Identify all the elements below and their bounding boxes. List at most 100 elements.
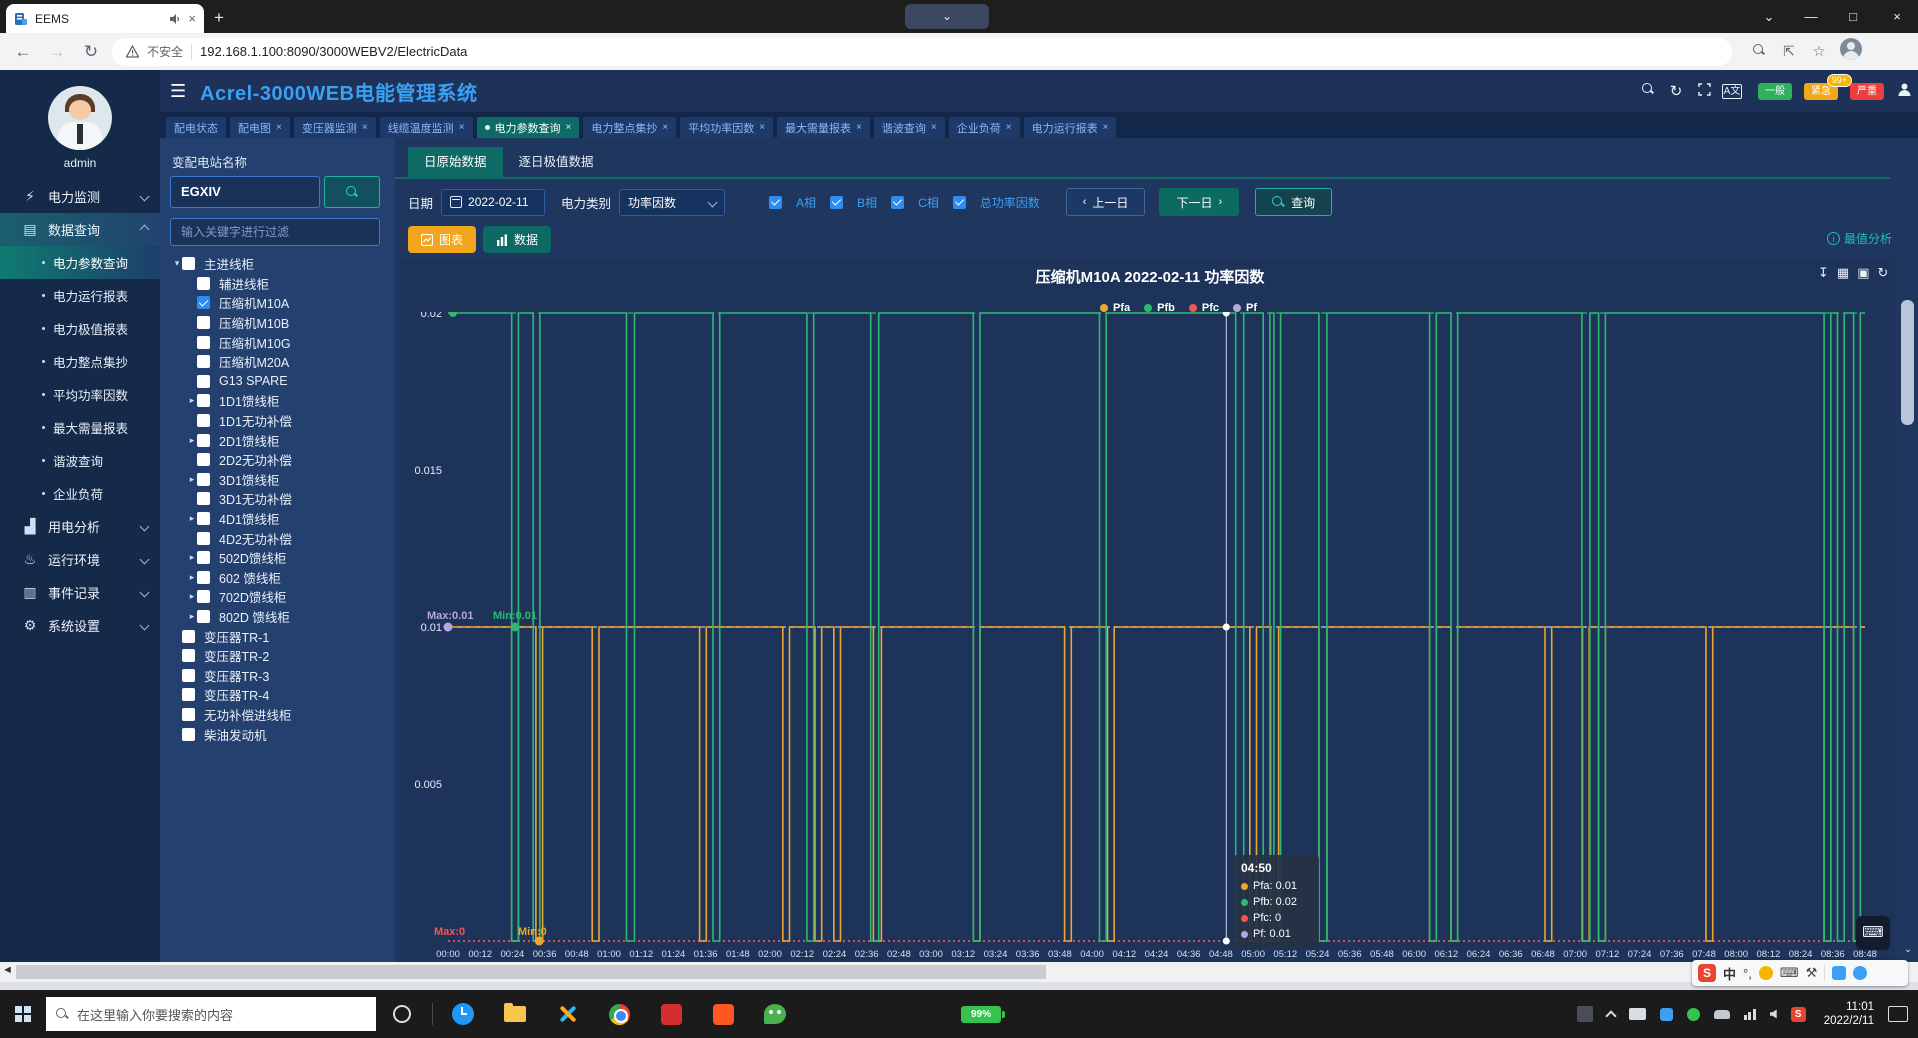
sogou-tray-icon[interactable]: S (1791, 1007, 1806, 1022)
max-analysis-link[interactable]: i 最值分析 (1827, 230, 1892, 247)
omnibox[interactable]: 不安全 192.168.1.100:8090/3000WEBV2/Electri… (112, 38, 1732, 66)
tree-item-2D2无功补偿[interactable]: 2D2无功补偿 (160, 450, 395, 470)
tree-checkbox[interactable] (197, 492, 210, 505)
tree-item-602 馈线柜[interactable]: ▸602 馈线柜 (160, 568, 395, 588)
green-app-tray-icon[interactable] (1687, 1008, 1700, 1021)
tab-search-icon[interactable]: ⌄ (1748, 0, 1790, 33)
tree-arrow-icon[interactable]: ▸ (187, 513, 197, 524)
horizontal-scrollbar-thumb[interactable] (16, 965, 1046, 979)
file-explorer-icon[interactable] (489, 990, 541, 1038)
wechat-icon[interactable] (749, 990, 801, 1038)
tree-item-辅进线柜[interactable]: 辅进线柜 (160, 274, 395, 294)
tab-close-icon[interactable]: × (362, 122, 368, 133)
tab-close-icon[interactable]: × (662, 122, 668, 133)
phase-checkbox-总功率因数[interactable]: 总功率因数 (953, 194, 1040, 211)
tree-checkbox[interactable] (182, 708, 195, 721)
tree-checkbox[interactable] (197, 375, 210, 388)
sidebar-item-用电分析[interactable]: ▟用电分析 (0, 510, 160, 543)
sidebar-subitem-平均功率因数[interactable]: 平均功率因数 (0, 378, 160, 411)
tree-item-1D1馈线柜[interactable]: ▸1D1馈线柜 (160, 391, 395, 411)
phase-checkbox-C相[interactable]: C相 (891, 194, 939, 211)
x-app-icon[interactable] (557, 1004, 577, 1024)
data-view-button[interactable]: 数据 (483, 226, 551, 253)
tab-谐波查询[interactable]: 谐波查询× (874, 117, 945, 138)
tab-close-icon[interactable]: × (276, 122, 282, 133)
tree-checkbox[interactable] (182, 257, 195, 270)
punctuation-icon[interactable]: °, (1743, 966, 1752, 981)
reload-chart-icon[interactable]: ↻ (1878, 265, 1889, 281)
tree-arrow-icon[interactable]: ▸ (187, 474, 197, 485)
battery-indicator[interactable]: 99% (961, 1006, 1001, 1023)
tree-checkbox[interactable] (197, 610, 210, 623)
alarm-button-一般[interactable]: 一般 (1758, 83, 1792, 100)
tab-最大需量报表[interactable]: 最大需量报表× (777, 117, 870, 138)
cortana-icon[interactable] (393, 1005, 411, 1023)
scroll-down-arrow[interactable]: ⌄ (1898, 940, 1918, 962)
minimize-button[interactable]: — (1790, 0, 1832, 33)
tree-checkbox[interactable] (182, 669, 195, 682)
tab-close-icon[interactable]: × (1103, 122, 1109, 133)
tree-checkbox[interactable] (197, 355, 210, 368)
chart-view-button[interactable]: 图表 (408, 226, 476, 253)
tree-item-压缩机M20A[interactable]: 压缩机M20A (160, 352, 395, 372)
volume-icon[interactable] (1770, 1010, 1777, 1019)
horizontal-scrollbar[interactable]: ◄ (0, 962, 1918, 982)
tree-item-502D馈线柜[interactable]: ▸502D馈线柜 (160, 548, 395, 568)
url-text[interactable]: 192.168.1.100:8090/3000WEBV2/ElectricDat… (200, 44, 467, 59)
tree-checkbox[interactable] (182, 728, 195, 741)
tree-checkbox[interactable] (197, 571, 210, 584)
tab-电力运行报表[interactable]: 电力运行报表× (1024, 117, 1117, 138)
vertical-scrollbar-thumb[interactable] (1901, 300, 1914, 425)
sidebar-item-运行环境[interactable]: ♨运行环境 (0, 543, 160, 576)
maximize-button[interactable]: □ (1832, 0, 1874, 33)
tree-item-无功补偿进线柜[interactable]: 无功补偿进线柜 (160, 705, 395, 725)
tab-close-icon[interactable]: × (856, 122, 862, 133)
tree-arrow-icon[interactable]: ▸ (187, 591, 197, 602)
wps-icon[interactable] (645, 990, 697, 1038)
tree-item-压缩机M10B[interactable]: 压缩机M10B (160, 313, 395, 333)
sidebar-item-电力监测[interactable]: ⚡电力监测 (0, 180, 160, 213)
close-button[interactable]: × (1876, 0, 1918, 33)
tab-变压器监测[interactable]: 变压器监测× (294, 117, 376, 138)
sidebar-subitem-电力参数查询[interactable]: 电力参数查询 (0, 246, 160, 279)
subtab-逐日极值数据[interactable]: 逐日极值数据 (503, 147, 610, 177)
tab-close-icon[interactable]: × (459, 122, 465, 133)
tree-checkbox[interactable] (182, 630, 195, 643)
tree-checkbox[interactable] (197, 453, 210, 466)
tab-close-icon[interactable]: × (188, 11, 196, 26)
tab-配电图[interactable]: 配电图× (230, 117, 290, 138)
tree-checkbox[interactable] (197, 316, 210, 329)
share-icon[interactable]: ⇱ (1774, 43, 1804, 60)
tree-checkbox[interactable] (197, 512, 210, 525)
audio-speaker-icon[interactable] (169, 13, 181, 25)
translate-icon[interactable]: A文 (1722, 84, 1742, 99)
wps-icon[interactable] (661, 1004, 682, 1025)
subtab-日原始数据[interactable]: 日原始数据 (408, 147, 503, 177)
tree-item-变压器TR-2[interactable]: 变压器TR-2 (160, 646, 395, 666)
ime-blue-icon-1[interactable] (1832, 966, 1846, 980)
tree-item-柴油发动机[interactable]: 柴油发动机 (160, 724, 395, 744)
tree-arrow-icon[interactable]: ▸ (187, 611, 197, 622)
tree-item-变压器TR-3[interactable]: 变压器TR-3 (160, 665, 395, 685)
tree-item-4D2无功补偿[interactable]: 4D2无功补偿 (160, 528, 395, 548)
tree-item-1D1无功补偿[interactable]: 1D1无功补偿 (160, 411, 395, 431)
browser-profile-avatar[interactable] (1840, 38, 1862, 65)
tree-arrow-icon[interactable]: ▸ (187, 572, 197, 583)
tree-item-主进线柜[interactable]: ▾主进线柜 (160, 254, 395, 274)
security-label[interactable]: 不安全 (147, 43, 183, 60)
sidebar-subitem-电力运行报表[interactable]: 电力运行报表 (0, 279, 160, 312)
sidebar-subitem-电力极值报表[interactable]: 电力极值报表 (0, 312, 160, 345)
refresh-icon[interactable]: ↻ (1662, 82, 1690, 100)
tree-item-4D1馈线柜[interactable]: ▸4D1馈线柜 (160, 509, 395, 529)
start-button[interactable] (0, 1006, 46, 1022)
new-tab-button[interactable]: + (214, 8, 224, 28)
chrome-icon[interactable] (609, 1004, 630, 1025)
tree-checkbox[interactable] (197, 414, 210, 427)
hamburger-icon[interactable]: ☰ (170, 81, 186, 102)
cortana-icon[interactable] (376, 990, 428, 1038)
tree-arrow-icon[interactable]: ▸ (187, 435, 197, 446)
tree-arrow-icon[interactable]: ▸ (187, 552, 197, 563)
toolbox-icon[interactable]: ⚒ (1806, 965, 1818, 981)
tab-close-icon[interactable]: × (1006, 122, 1012, 133)
network-icon[interactable] (1744, 1009, 1756, 1020)
